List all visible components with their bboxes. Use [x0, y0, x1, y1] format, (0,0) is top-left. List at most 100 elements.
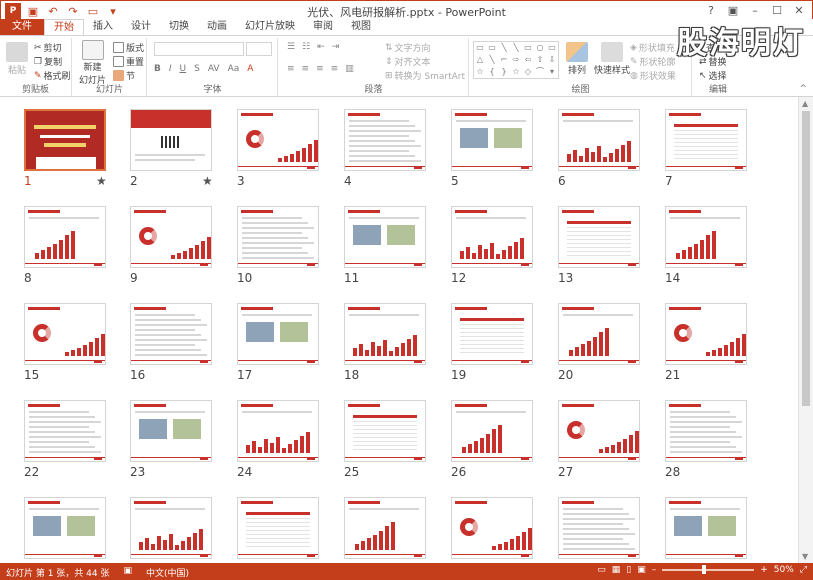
slide-thumbnail[interactable]: [24, 303, 106, 365]
slide-sorter-view-icon[interactable]: ▦: [612, 565, 621, 575]
zoom-slider[interactable]: [662, 565, 755, 574]
slide-thumbnail[interactable]: [558, 303, 640, 365]
slide-thumbnail[interactable]: [130, 303, 212, 365]
copy-button[interactable]: ❐ 复制: [34, 55, 62, 69]
char-spacing-icon[interactable]: AV: [208, 64, 220, 74]
slide-thumbnail[interactable]: [344, 497, 426, 559]
reset-button[interactable]: 重置: [113, 55, 144, 68]
slide-thumbnail[interactable]: [344, 303, 426, 365]
tab-transitions[interactable]: 切换: [160, 19, 198, 36]
slide-thumbnail[interactable]: [24, 109, 106, 171]
tab-animations[interactable]: 动画: [198, 19, 236, 36]
bold-icon[interactable]: B: [154, 64, 161, 74]
new-slide-button[interactable]: 新建 幻灯片: [79, 40, 106, 86]
animation-star-icon[interactable]: ★: [202, 174, 213, 188]
slide-thumbnail[interactable]: [665, 497, 747, 559]
slide-thumbnail[interactable]: [130, 109, 212, 171]
quick-styles-button[interactable]: 快速样式: [594, 42, 630, 76]
tab-slideshow[interactable]: 幻灯片放映: [236, 19, 304, 36]
maximize-icon[interactable]: ☐: [766, 1, 788, 19]
arrange-button[interactable]: 排列: [566, 42, 588, 76]
slide-thumbnail[interactable]: [558, 109, 640, 171]
collapse-ribbon-icon[interactable]: ^: [799, 84, 807, 94]
slide-thumbnail[interactable]: [451, 400, 533, 462]
change-case-icon[interactable]: Aa: [228, 64, 240, 74]
shape-fill-button[interactable]: ◈ 形状填充: [630, 41, 675, 55]
text-direction-button[interactable]: ⇅ 文字方向: [385, 41, 431, 55]
zoom-out-icon[interactable]: –: [652, 565, 657, 575]
animation-star-icon[interactable]: ★: [96, 174, 107, 188]
normal-view-icon[interactable]: ▭: [597, 565, 606, 575]
slide-thumbnail[interactable]: [24, 400, 106, 462]
reading-view-icon[interactable]: ▯: [626, 565, 631, 575]
slide-thumbnail[interactable]: [344, 109, 426, 171]
shape-outline-button[interactable]: ✎ 形状轮廓: [630, 55, 676, 69]
shapes-gallery[interactable]: ▭ ▭ ╲ ╲ ▭ ○ ▭ △ ╲ ⌐ ⇨ ⇦ ⇧ ⇩ ☆{} ☆ ◇ ⌒ ▾: [473, 41, 559, 79]
justify-icon[interactable]: ≡: [331, 64, 339, 74]
strikethrough-icon[interactable]: S: [194, 64, 200, 74]
zoom-slider-thumb[interactable]: [702, 565, 707, 574]
slide-thumbnail[interactable]: [24, 497, 106, 559]
slide-thumbnail[interactable]: [558, 206, 640, 268]
slide-thumbnail[interactable]: [451, 497, 533, 559]
slide-thumbnail[interactable]: [130, 400, 212, 462]
cut-button[interactable]: ✂ 剪切: [34, 41, 62, 55]
slide-thumbnail[interactable]: [558, 400, 640, 462]
underline-icon[interactable]: U: [180, 64, 187, 74]
slide-thumbnail[interactable]: [665, 303, 747, 365]
tab-review[interactable]: 审阅: [304, 19, 342, 36]
layout-button[interactable]: 版式: [113, 41, 144, 54]
decrease-indent-icon[interactable]: ⇤: [317, 42, 325, 52]
font-size-select[interactable]: [246, 42, 272, 56]
slide-thumbnail[interactable]: [130, 206, 212, 268]
scrollbar-thumb[interactable]: [802, 111, 810, 406]
slide-thumbnail[interactable]: [344, 206, 426, 268]
language-status[interactable]: 中文(中国): [146, 566, 189, 579]
close-icon[interactable]: ✕: [788, 1, 810, 19]
paste-button[interactable]: 粘贴: [6, 42, 28, 76]
section-button[interactable]: 节: [113, 69, 135, 82]
font-family-select[interactable]: [154, 42, 244, 56]
slide-thumbnail[interactable]: [665, 109, 747, 171]
smartart-button[interactable]: ⊞ 转换为 SmartArt: [385, 69, 465, 83]
tab-view[interactable]: 视图: [342, 19, 380, 36]
help-icon[interactable]: ?: [700, 1, 722, 19]
slide-thumbnail[interactable]: [451, 109, 533, 171]
italic-icon[interactable]: I: [169, 64, 172, 74]
tab-file[interactable]: 文件: [0, 19, 44, 36]
shape-effects-button[interactable]: ◍ 形状效果: [630, 69, 676, 83]
slide-thumbnail[interactable]: [237, 400, 319, 462]
align-right-icon[interactable]: ≡: [316, 64, 324, 74]
slide-thumbnail[interactable]: [237, 303, 319, 365]
fit-to-window-icon[interactable]: ⤢: [800, 565, 807, 575]
align-text-button[interactable]: ⇕ 对齐文本: [385, 55, 431, 69]
bullets-icon[interactable]: ☰: [287, 42, 295, 52]
zoom-in-icon[interactable]: +: [760, 565, 768, 575]
select-button[interactable]: ↖ 选择: [699, 69, 727, 83]
align-center-icon[interactable]: ≡: [302, 64, 310, 74]
format-painter-button[interactable]: ✎ 格式刷: [34, 69, 71, 83]
scroll-up-icon[interactable]: ▲: [802, 99, 808, 108]
slide-thumbnail[interactable]: [451, 303, 533, 365]
slide-thumbnail[interactable]: [665, 400, 747, 462]
slide-thumbnail[interactable]: [237, 109, 319, 171]
vertical-scrollbar[interactable]: ▲ ▼: [798, 97, 813, 563]
scroll-down-icon[interactable]: ▼: [802, 552, 808, 561]
tab-design[interactable]: 设计: [122, 19, 160, 36]
ribbon-display-icon[interactable]: ▣: [722, 1, 744, 19]
increase-indent-icon[interactable]: ⇥: [332, 42, 340, 52]
proofing-icon[interactable]: ▣: [123, 566, 132, 579]
columns-icon[interactable]: ▥: [345, 64, 354, 74]
minimize-icon[interactable]: –: [744, 1, 766, 19]
tab-insert[interactable]: 插入: [84, 19, 122, 36]
slide-thumbnail[interactable]: [237, 206, 319, 268]
slide-thumbnail[interactable]: [130, 497, 212, 559]
slide-thumbnail[interactable]: [558, 497, 640, 559]
slide-thumbnail[interactable]: [665, 206, 747, 268]
zoom-level[interactable]: 50%: [774, 565, 794, 575]
slide-thumbnail[interactable]: [24, 206, 106, 268]
slide-thumbnail[interactable]: [344, 400, 426, 462]
align-left-icon[interactable]: ≡: [287, 64, 295, 74]
slideshow-view-icon[interactable]: ▣: [637, 565, 646, 575]
numbering-icon[interactable]: ☷: [302, 42, 310, 52]
